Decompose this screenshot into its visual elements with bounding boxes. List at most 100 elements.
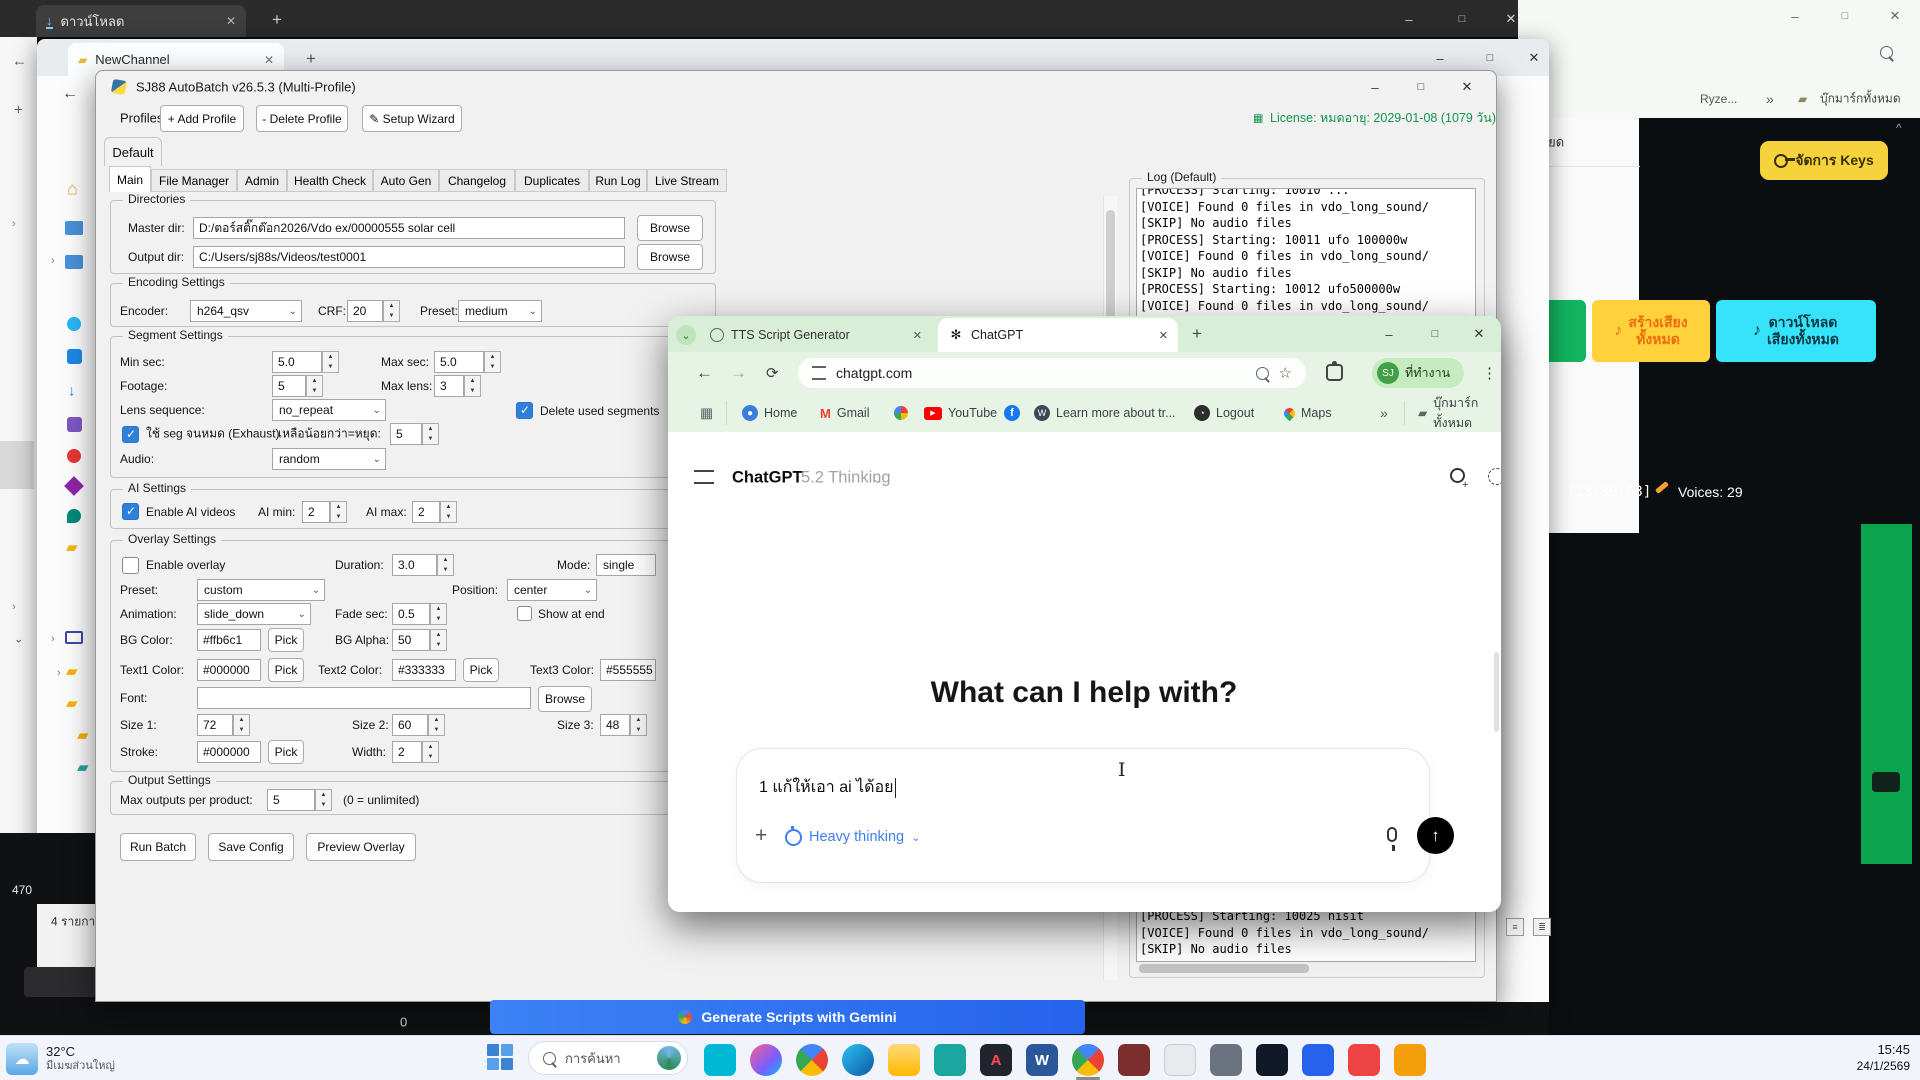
text2-color-input[interactable]: #333333 (392, 659, 456, 681)
ai-min-stepper[interactable]: ▲▼ (330, 501, 347, 523)
sidebar-image-icon[interactable] (65, 255, 83, 269)
tab-main[interactable]: Main (109, 166, 151, 192)
facebook-icon[interactable]: f (1004, 405, 1020, 421)
taskbar-app-icon[interactable] (1118, 1044, 1150, 1076)
sidebar-drop-icon[interactable] (67, 509, 81, 523)
show-at-end-checkbox[interactable] (517, 606, 532, 621)
ai-max-stepper[interactable]: ▲▼ (440, 501, 457, 523)
download-minimize[interactable]: – (1390, 7, 1428, 31)
ai-max-input[interactable]: 2 (412, 501, 440, 523)
duration-stepper[interactable]: ▲▼ (437, 554, 454, 576)
crf-stepper[interactable]: ▲▼ (383, 300, 400, 322)
newchannel-close[interactable]: ✕ (1515, 46, 1553, 70)
font-browse-button[interactable]: Browse (538, 686, 592, 712)
animation-dropdown[interactable]: slide_down⌄ (197, 603, 311, 625)
max-outputs-input[interactable]: 5 (267, 789, 315, 811)
sidebar-pin-icon[interactable] (67, 449, 81, 463)
overlay-preset-dropdown[interactable]: custom⌄ (197, 579, 325, 601)
generate-gemini-button[interactable]: Generate Scripts with Gemini (490, 1000, 1085, 1034)
tab-file-manager[interactable]: File Manager (151, 169, 237, 192)
sidebar-tree-chevron[interactable]: › (51, 255, 55, 267)
text1-pick-button[interactable]: Pick (268, 658, 304, 682)
tab-duplicates[interactable]: Duplicates (515, 169, 589, 192)
side-green-button[interactable] (1861, 524, 1912, 864)
bg-minimize-button[interactable]: – (1776, 4, 1814, 28)
bookmark-gmail[interactable]: M Gmail (820, 403, 870, 423)
text1-color-input[interactable]: #000000 (197, 659, 261, 681)
tab-chatgpt[interactable]: ✻ ChatGPT ✕ (938, 318, 1178, 352)
generate-all-voices-button[interactable]: ♪ สร้างเสียงทั้งหมด (1592, 300, 1710, 362)
bookmark-star-icon[interactable]: ☆ (1279, 364, 1292, 382)
min-sec-input[interactable]: 5.0 (272, 351, 322, 373)
crf-input[interactable]: 20 (347, 300, 383, 322)
bg-color-pick-button[interactable]: Pick (268, 628, 304, 652)
mode-dropdown[interactable]: single (596, 554, 656, 576)
chatgpt-brand[interactable]: ChatGPT (732, 469, 803, 488)
sidebar-monitor-icon[interactable] (65, 631, 83, 644)
sidebar-folder-icon[interactable]: ▰ (77, 758, 89, 776)
extensions-icon[interactable] (1326, 364, 1343, 381)
max-sec-stepper[interactable]: ▲▼ (484, 351, 501, 373)
sidebar-toggle-icon[interactable] (694, 470, 714, 484)
delete-profile-button[interactable]: - Delete Profile (256, 105, 348, 132)
size2-input[interactable]: 60 (392, 714, 428, 736)
sidebar-folder-icon[interactable]: ▰ (77, 726, 89, 744)
bg-maximize-button[interactable]: □ (1826, 4, 1864, 28)
bg-color-input[interactable]: #ffb6c1 (197, 629, 261, 651)
enable-ai-checkbox[interactable] (122, 503, 139, 520)
taskbar-app-icon[interactable] (842, 1044, 874, 1076)
preview-overlay-button[interactable]: Preview Overlay (306, 833, 416, 861)
taskbar-app-icon[interactable] (1164, 1044, 1196, 1076)
newchannel-minimize[interactable]: – (1421, 46, 1459, 70)
profile-pill[interactable]: SJ ที่ทำงาน (1372, 358, 1464, 388)
delete-used-checkbox[interactable] (516, 402, 533, 419)
bg-bookmark-partial[interactable]: Ryze... (1700, 92, 1737, 106)
sidebar-folder-icon[interactable]: ▰ (66, 694, 78, 712)
taskbar-app-icon[interactable] (1210, 1044, 1242, 1076)
tab-close-icon[interactable]: ✕ (1159, 329, 1168, 342)
bg-bookmarks-overflow[interactable]: » (1766, 91, 1774, 107)
taskbar-app-icon[interactable] (1394, 1044, 1426, 1076)
master-dir-input[interactable]: D:/ตอร์สติ๊กต๊อก2026/Vdo ex/00000555 sol… (193, 217, 625, 239)
chrome-maximize[interactable]: □ (1416, 322, 1454, 346)
master-browse-button[interactable]: Browse (637, 215, 703, 241)
max-lens-input[interactable]: 3 (434, 375, 464, 397)
remain-stepper[interactable]: ▲▼ (422, 423, 439, 445)
mic-icon[interactable] (1387, 827, 1397, 842)
bg-bookmarks-all[interactable]: บุ๊กมาร์กทั้งหมด (1820, 90, 1901, 109)
profile-tab-default[interactable]: Default (104, 137, 162, 166)
manage-keys-button[interactable]: จัดการ Keys (1760, 141, 1888, 180)
enable-overlay-checkbox[interactable] (122, 557, 139, 574)
taskbar-app-icon[interactable] (1256, 1044, 1288, 1076)
add-profile-button[interactable]: + Add Profile (160, 105, 244, 132)
thinking-mode-button[interactable]: Heavy thinking ⌄ (785, 824, 920, 850)
bg-search-icon[interactable] (1880, 46, 1893, 59)
sidebar-back-arrow[interactable]: ← (62, 85, 78, 103)
sidebar-folder-icon[interactable]: ▰ (66, 538, 78, 556)
taskbar-clock[interactable]: 15:45 24/1/2569 (1790, 1041, 1910, 1075)
sidebar-image-icon[interactable] (65, 221, 83, 235)
send-button[interactable]: ↑ (1417, 817, 1454, 854)
max-sec-input[interactable]: 5.0 (434, 351, 484, 373)
back-button[interactable]: ← (696, 363, 713, 383)
max-outputs-stepper[interactable]: ▲▼ (315, 789, 332, 811)
menu-dots-icon[interactable]: ⋮ (1482, 364, 1497, 382)
remain-input[interactable]: 5 (390, 423, 422, 445)
position-dropdown[interactable]: center⌄ (507, 579, 597, 601)
taskbar-app-icon[interactable] (888, 1044, 920, 1076)
composer-input[interactable]: 1 แก้ให้เอา ai ได้อย (759, 775, 896, 800)
ai-min-input[interactable]: 2 (302, 501, 330, 523)
tab-changelog[interactable]: Changelog (439, 169, 515, 192)
temporary-chat-icon[interactable] (1488, 468, 1501, 485)
width-input[interactable]: 2 (392, 741, 422, 763)
autobatch-close[interactable]: ✕ (1448, 75, 1486, 99)
sidebar-tree-chevron[interactable]: › (57, 667, 61, 679)
tab-admin[interactable]: Admin (237, 169, 287, 192)
min-sec-stepper[interactable]: ▲▼ (322, 351, 339, 373)
encoder-dropdown[interactable]: h264_qsv⌄ (190, 300, 302, 322)
weather-widget[interactable]: ☁ 32°C มีเมฆส่วนใหญ่ (6, 1040, 186, 1077)
forward-button[interactable]: → (730, 363, 747, 383)
run-batch-button[interactable]: Run Batch (120, 833, 196, 861)
address-bar[interactable]: chatgpt.com ☆ (798, 358, 1306, 388)
size3-stepper[interactable]: ▲▼ (630, 714, 647, 736)
